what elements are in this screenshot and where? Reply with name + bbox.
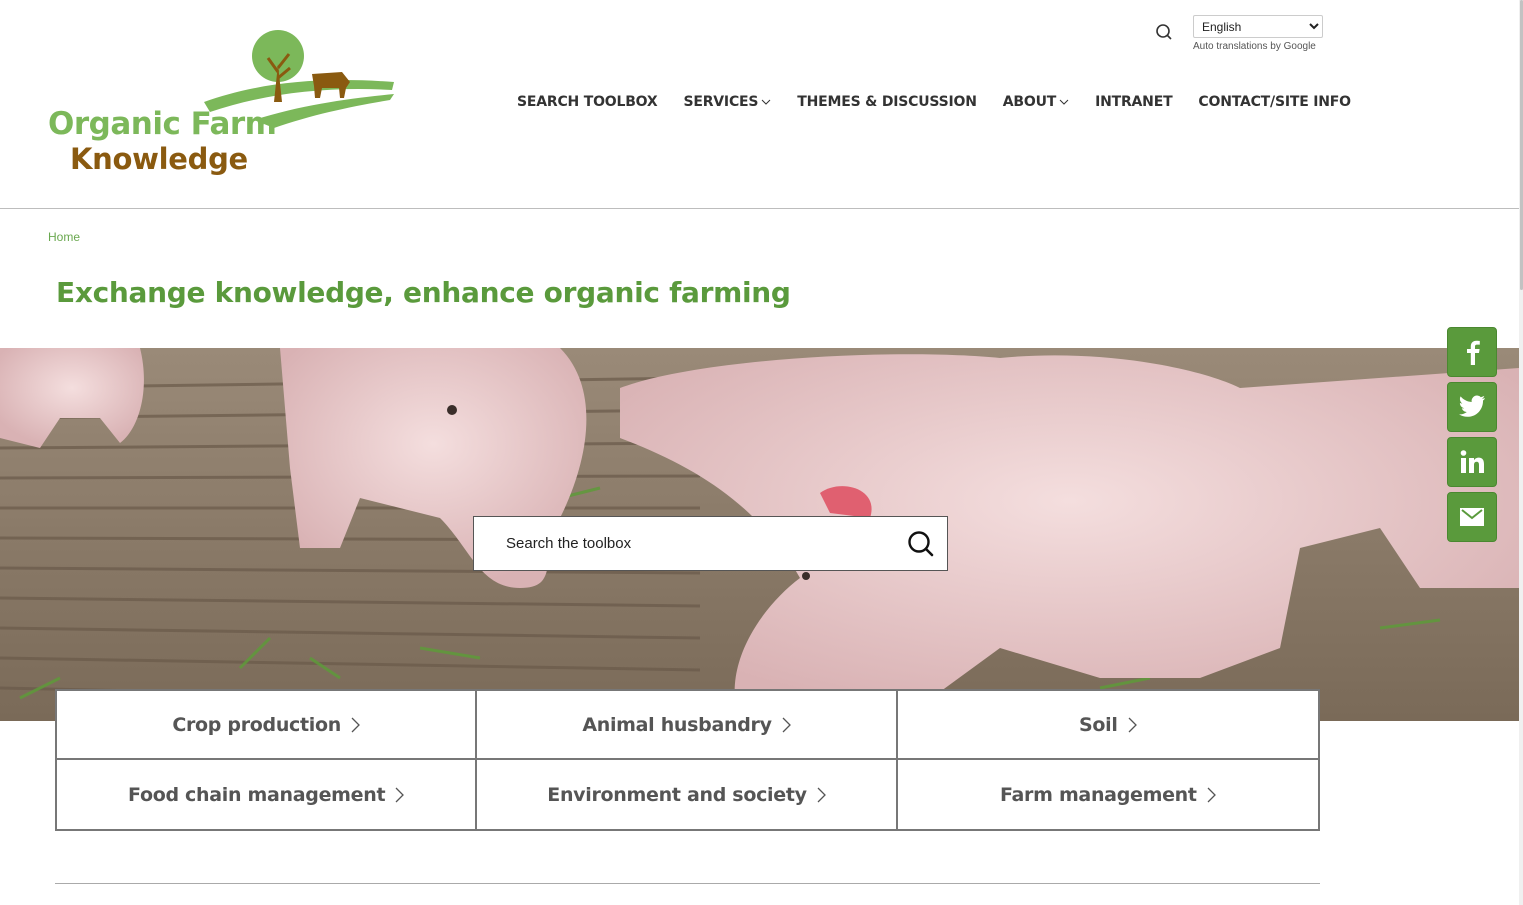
email-button[interactable]: [1447, 492, 1497, 542]
topic-label: Animal husbandry: [582, 713, 772, 736]
chevron-down-icon: [1059, 99, 1069, 105]
topic-label: Environment and society: [547, 783, 807, 806]
search-icon[interactable]: [1154, 22, 1174, 42]
mail-icon: [1460, 508, 1484, 526]
chevron-right-icon: [1128, 717, 1137, 732]
nav-label: CONTACT/SITE INFO: [1198, 94, 1351, 110]
topic-food-chain-management[interactable]: Food chain management: [57, 760, 478, 829]
social-share-bar: [1447, 327, 1497, 547]
nav-label: SERVICES: [683, 94, 759, 110]
twitter-button[interactable]: [1447, 382, 1497, 432]
topic-crop-production[interactable]: Crop production: [57, 691, 478, 760]
toolbox-search-input[interactable]: [474, 517, 895, 570]
chevron-right-icon: [817, 787, 826, 802]
chevron-right-icon: [1207, 787, 1216, 802]
linkedin-icon: [1460, 450, 1484, 473]
translation-note: Auto translations by Google: [1193, 41, 1316, 52]
nav-label: THEMES & DISCUSSION: [797, 94, 977, 110]
chevron-right-icon: [395, 787, 405, 802]
nav-contact-site-info[interactable]: CONTACT/SITE INFO: [1198, 94, 1351, 110]
chevron-right-icon: [351, 717, 360, 732]
toolbox-search-button[interactable]: [895, 517, 947, 570]
main-nav: SEARCH TOOLBOX SERVICES THEMES & DISCUSS…: [517, 94, 1351, 110]
topic-label: Food chain management: [128, 783, 386, 806]
chevron-right-icon: [782, 717, 791, 732]
logo-text-line1: Organic Farm: [48, 106, 277, 142]
chevron-down-icon: [761, 99, 771, 105]
toolbox-search: [473, 516, 948, 571]
topic-farm-management[interactable]: Farm management: [897, 760, 1318, 829]
nav-about[interactable]: ABOUT: [1003, 94, 1069, 110]
section-divider: [55, 883, 1320, 884]
nav-label: SEARCH TOOLBOX: [517, 94, 658, 110]
topic-label: Crop production: [172, 713, 341, 736]
topic-animal-husbandry[interactable]: Animal husbandry: [477, 691, 898, 760]
linkedin-button[interactable]: [1447, 437, 1497, 487]
topic-label: Farm management: [999, 783, 1197, 806]
facebook-icon: [1467, 340, 1480, 365]
nav-label: INTRANET: [1095, 94, 1173, 110]
site-header: Organic Farm Knowledge English Auto tran…: [0, 0, 1519, 209]
twitter-icon: [1459, 395, 1485, 417]
nav-themes-discussion[interactable]: THEMES & DISCUSSION: [797, 94, 977, 110]
nav-services[interactable]: SERVICES: [683, 94, 771, 110]
topic-environment-and-society[interactable]: Environment and society: [477, 760, 898, 829]
site-logo[interactable]: Organic Farm Knowledge: [44, 24, 404, 184]
breadcrumb-home[interactable]: Home: [48, 230, 80, 244]
topic-soil[interactable]: Soil: [897, 691, 1318, 760]
facebook-button[interactable]: [1447, 327, 1497, 377]
nav-intranet[interactable]: INTRANET: [1095, 94, 1173, 110]
topic-label: Soil: [1079, 713, 1118, 736]
nav-search-toolbox[interactable]: SEARCH TOOLBOX: [517, 94, 658, 110]
search-icon: [908, 530, 934, 556]
page-title: Exchange knowledge, enhance organic farm…: [56, 276, 791, 309]
topic-grid: Crop production Animal husbandry Soil Fo…: [55, 689, 1320, 831]
logo-text-line2: Knowledge: [70, 142, 248, 176]
language-select[interactable]: English: [1193, 15, 1323, 38]
nav-label: ABOUT: [1002, 94, 1057, 110]
